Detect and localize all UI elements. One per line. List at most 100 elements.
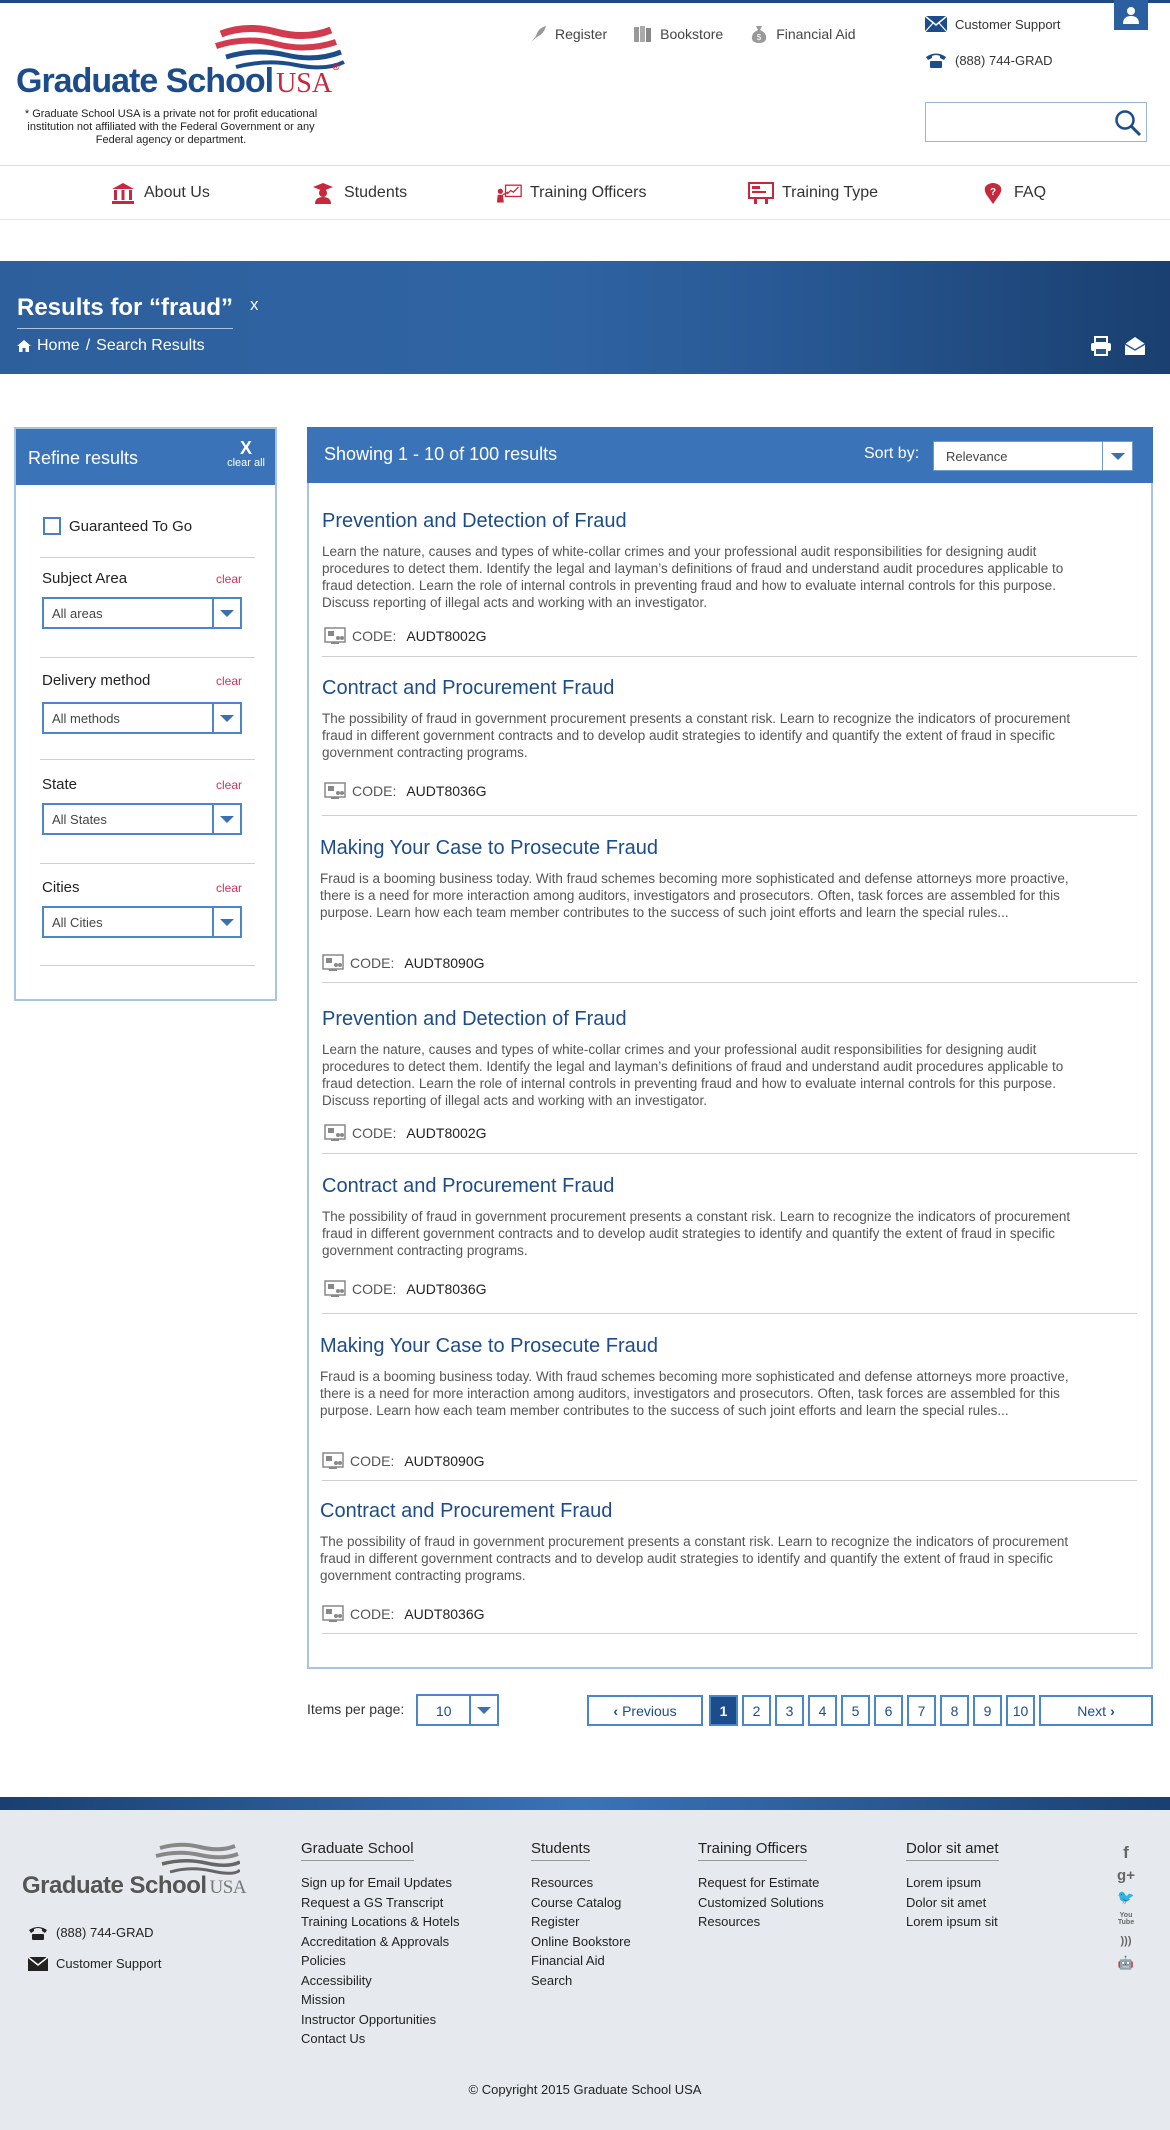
chevron-down-icon [1102, 442, 1132, 470]
footer-link[interactable]: Request for Estimate [698, 1873, 824, 1893]
result-code: CODE: AUDT8036G [324, 782, 487, 800]
youtube-icon[interactable]: You Tube [1116, 1908, 1136, 1930]
result-title-link[interactable]: Making Your Case to Prosecute Fraud [320, 836, 1135, 860]
print-icon[interactable] [1090, 336, 1112, 356]
clear-state[interactable]: clear [216, 778, 242, 792]
page-button[interactable]: 9 [973, 1695, 1002, 1726]
financial-aid-link[interactable]: $ Financial Aid [749, 24, 856, 44]
footer-link[interactable]: Contact Us [301, 2029, 460, 2049]
footer-link[interactable]: Resources [698, 1912, 824, 1932]
page-button[interactable]: 3 [775, 1695, 804, 1726]
result-divider [322, 982, 1137, 983]
search-input[interactable] [926, 103, 1106, 141]
breadcrumb: Home / Search Results [17, 337, 205, 355]
site-footer: Graduate School USA (888) 744-GRAD Custom… [0, 1810, 1170, 2130]
page-button[interactable]: 10 [1006, 1695, 1035, 1726]
footer-logo[interactable]: Graduate School USA [22, 1842, 247, 1902]
android-icon[interactable]: 🤖 [1116, 1952, 1136, 1974]
page-button[interactable]: 8 [940, 1695, 969, 1726]
state-select[interactable]: All States [42, 803, 242, 835]
bookstore-link[interactable]: Bookstore [633, 24, 723, 44]
nav-training-type[interactable]: Training Type [748, 182, 878, 204]
items-per-page-select[interactable]: 10 [416, 1694, 499, 1726]
result-description: Learn the nature, causes and types of wh… [322, 1042, 1064, 1108]
result-title-link[interactable]: Prevention and Detection of Fraud [322, 1007, 1137, 1031]
nav-faq[interactable]: ? FAQ [980, 182, 1046, 204]
page-button[interactable]: 4 [808, 1695, 837, 1726]
page-button[interactable]: 2 [742, 1695, 771, 1726]
twitter-icon[interactable]: 🐦 [1116, 1886, 1136, 1908]
subject-area-select[interactable]: All areas [42, 597, 242, 629]
facebook-icon[interactable]: f [1116, 1842, 1136, 1864]
nav-about-us[interactable]: About Us [110, 182, 210, 204]
delivery-method-select[interactable]: All methods [42, 702, 242, 734]
google-plus-icon[interactable]: g+ [1116, 1864, 1136, 1886]
footer-link[interactable]: Sign up for Email Updates [301, 1873, 460, 1893]
breadcrumb-separator: / [85, 337, 91, 354]
previous-page-button[interactable]: ‹ Previous [587, 1695, 703, 1726]
clear-subject-area[interactable]: clear [216, 572, 242, 586]
next-page-button[interactable]: Next › [1039, 1695, 1153, 1726]
phone-icon [926, 53, 946, 68]
footer-link[interactable]: Customized Solutions [698, 1893, 824, 1913]
footer-customer-support[interactable]: Customer Support [28, 1956, 162, 1971]
footer-link[interactable]: Mission [301, 1990, 460, 2010]
page-button[interactable]: 6 [874, 1695, 903, 1726]
cities-select[interactable]: All Cities [42, 906, 242, 938]
footer-link[interactable]: Resources [531, 1873, 631, 1893]
guaranteed-to-go-checkbox[interactable] [43, 517, 61, 535]
site-search [925, 102, 1147, 142]
result-title-link[interactable]: Contract and Procurement Fraud [322, 1174, 1137, 1198]
result-title-link[interactable]: Contract and Procurement Fraud [322, 676, 1137, 700]
result-title-link[interactable]: Contract and Procurement Fraud [320, 1499, 1135, 1523]
phone-link[interactable]: (888) 744-GRAD [925, 50, 1061, 70]
footer-column-students: Students Resources Course Catalog Regist… [531, 1840, 631, 1990]
page-button[interactable]: 1 [709, 1695, 738, 1726]
register-link[interactable]: Register [528, 24, 607, 44]
footer-heading: Dolor sit amet [906, 1840, 999, 1861]
result-code: CODE: AUDT8090G [322, 1452, 485, 1470]
chevron-left-icon: ‹ [613, 1702, 619, 1719]
result-title-link[interactable]: Making Your Case to Prosecute Fraud [320, 1334, 1135, 1358]
result-title-link[interactable]: Prevention and Detection of Fraud [322, 509, 1137, 533]
svg-text:$: $ [757, 33, 762, 42]
footer-link[interactable]: Register [531, 1912, 631, 1932]
breadcrumb-home[interactable]: Home [37, 337, 80, 355]
footer-link[interactable]: Course Catalog [531, 1893, 631, 1913]
footer-link[interactable]: Request a GS Transcript [301, 1893, 460, 1913]
page-button[interactable]: 5 [841, 1695, 870, 1726]
clear-cities[interactable]: clear [216, 881, 242, 895]
account-button[interactable] [1114, 0, 1148, 30]
sort-select[interactable]: Relevance [933, 441, 1133, 471]
search-icon[interactable] [1114, 109, 1142, 137]
footer-heading: Graduate School [301, 1840, 414, 1861]
chevron-down-icon [212, 599, 240, 627]
customer-support-link[interactable]: Customer Support [925, 14, 1061, 34]
footer-link[interactable]: Online Bookstore [531, 1932, 631, 1952]
divider [40, 759, 255, 760]
footer-link[interactable]: Search [531, 1971, 631, 1991]
page-button[interactable]: 7 [907, 1695, 936, 1726]
footer-link[interactable]: Lorem ipsum sit [906, 1912, 999, 1932]
flag-logo-icon [155, 1842, 240, 1875]
clear-search-button[interactable]: x [250, 295, 259, 315]
footer-link[interactable]: Training Locations & Hotels [301, 1912, 460, 1932]
result-item: Making Your Case to Prosecute Fraud Frau… [320, 1334, 1137, 1481]
clear-all-button[interactable]: X clear all [227, 439, 265, 469]
nav-students[interactable]: Students [310, 182, 407, 204]
footer-link[interactable]: Accessibility [301, 1971, 460, 1991]
footer-phone[interactable]: (888) 744-GRAD [28, 1925, 154, 1940]
nav-training-officers[interactable]: Training Officers [496, 182, 646, 204]
footer-link[interactable]: Instructor Opportunities [301, 2010, 460, 2030]
footer-link[interactable]: Lorem ipsum [906, 1873, 999, 1893]
email-share-icon[interactable] [1124, 336, 1146, 356]
clear-delivery-method[interactable]: clear [216, 674, 242, 688]
home-icon[interactable] [17, 340, 31, 352]
course-delivery-icon [324, 782, 346, 799]
footer-link[interactable]: Financial Aid [531, 1951, 631, 1971]
footer-heading: Students [531, 1840, 591, 1861]
footer-link[interactable]: Accreditation & Approvals [301, 1932, 460, 1952]
footer-link[interactable]: Policies [301, 1951, 460, 1971]
footer-link[interactable]: Dolor sit amet [906, 1893, 999, 1913]
rss-icon[interactable]: ))) [1116, 1930, 1136, 1952]
